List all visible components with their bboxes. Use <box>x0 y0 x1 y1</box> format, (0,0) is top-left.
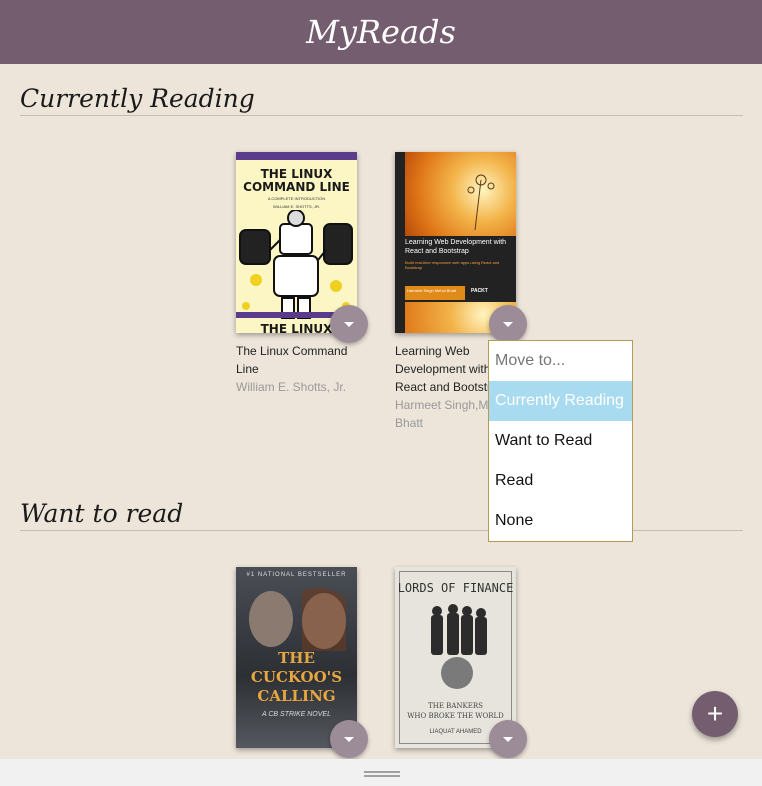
bankers-illustration <box>431 604 487 689</box>
bottom-bar <box>0 759 762 786</box>
cover-title-line3: CALLING <box>257 687 336 705</box>
publisher-logo: PACKT <box>471 288 488 294</box>
cover-author: WILLIAM E. SHOTTS, JR. <box>273 204 320 209</box>
app-header: MyReads <box>0 0 762 64</box>
book-cover-learning-web-dev[interactable]: Learning Web Development with React and … <box>395 152 516 333</box>
option-none[interactable]: None <box>489 501 632 541</box>
book-menu-button[interactable] <box>330 305 368 343</box>
book-title: The Linux Command Line <box>236 344 348 376</box>
move-to-menu[interactable]: Move to... Currently Reading Want to Rea… <box>488 340 633 542</box>
plus-icon: + <box>706 698 724 729</box>
option-want-to-read[interactable]: Want to Read <box>489 421 632 461</box>
book-menu-button[interactable] <box>489 720 527 758</box>
book-authors: William E. Shotts, Jr. <box>236 380 347 394</box>
caret-down-icon <box>344 736 354 742</box>
add-book-button[interactable]: + <box>692 691 738 737</box>
book-cover-cuckoos-calling[interactable]: #1 NATIONAL BESTSELLER THE CUCKOO'S CALL… <box>236 567 357 748</box>
cover-title-line2: CUCKOO'S <box>250 668 343 686</box>
caret-down-icon <box>344 321 354 327</box>
move-to-header: Move to... <box>495 352 566 369</box>
shelf-title-currently-reading: Currently Reading <box>20 84 743 116</box>
cover-subtitle: Build real-time responsive web apps usin… <box>405 260 500 270</box>
book-menu-button[interactable] <box>489 305 527 343</box>
cover-title-line2: COMMAND LINE <box>243 180 350 194</box>
caret-down-icon <box>503 736 513 742</box>
book-menu-button[interactable] <box>330 720 368 758</box>
cover-subtitle-line1: THE BANKERS <box>428 702 483 710</box>
caret-down-icon <box>503 321 513 327</box>
cover-title: LORDS OF FINANCE <box>397 581 514 595</box>
cover-subtitle: A COMPLETE INTRODUCTION <box>267 196 326 201</box>
option-currently-reading[interactable]: Currently Reading <box>489 381 632 421</box>
book-cover-lords-of-finance[interactable]: LORDS OF FINANCE THE BANKERS WHO BROKE T… <box>395 567 516 748</box>
faces-illustration <box>249 587 346 651</box>
cover-subtitle: A CB STRIKE NOVEL <box>262 711 331 718</box>
option-read[interactable]: Read <box>489 461 632 501</box>
flower-icon <box>467 174 495 230</box>
book-cover-linux-command-line[interactable]: THE LINUX COMMAND LINE A COMPLETE INTROD… <box>236 152 357 333</box>
cover-title: Learning Web Development with React and … <box>405 239 507 255</box>
cover-authors: Harmeet Singh Mehul Bhatt <box>407 288 457 293</box>
drag-handle-icon[interactable] <box>364 771 400 773</box>
robot-illustration <box>236 210 357 320</box>
cover-subtitle-line2: WHO BROKE THE WORLD <box>407 712 504 720</box>
cover-title-line1: THE <box>278 649 315 667</box>
shelf-title-want-to-read: Want to read <box>20 499 743 531</box>
cover-top-text: #1 NATIONAL BESTSELLER <box>246 572 347 578</box>
app-title: MyReads <box>306 13 456 51</box>
